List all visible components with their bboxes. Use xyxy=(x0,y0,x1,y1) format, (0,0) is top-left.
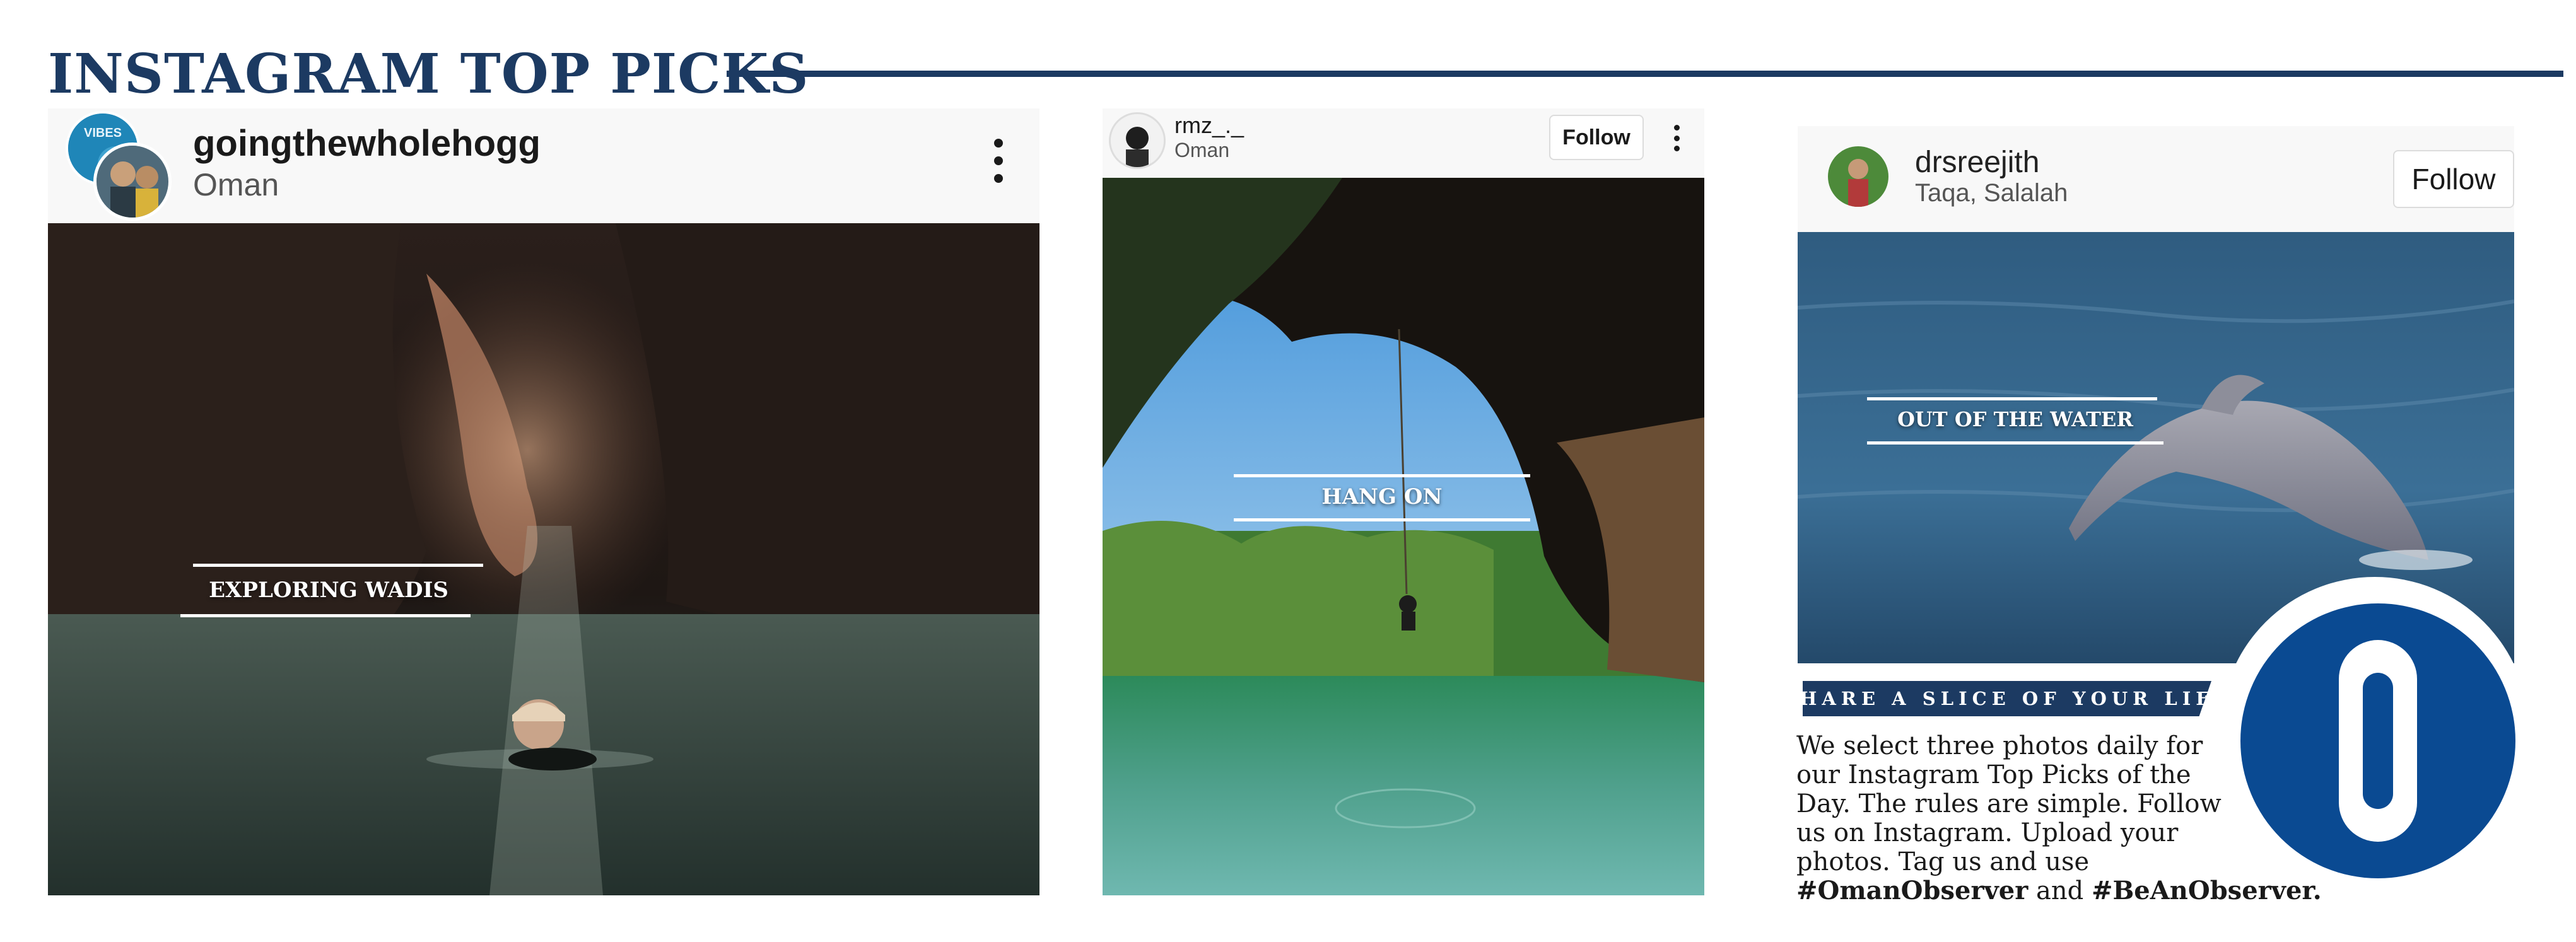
post-location[interactable]: Oman xyxy=(1174,139,1229,162)
post-location[interactable]: Oman xyxy=(193,166,279,203)
observer-logo xyxy=(2240,603,2515,878)
photo-caption: OUT OF THE WATER xyxy=(1867,397,2163,445)
post-header: drsreejith Taqa, Salalah Follow xyxy=(1798,126,2514,232)
wadi-cave-photo xyxy=(48,223,1039,895)
cave-swing-photo xyxy=(1103,178,1704,895)
avatar-icon xyxy=(97,146,168,218)
avatar-badge-text: VIBES xyxy=(83,126,122,140)
post-photo: HANG ON xyxy=(1103,178,1704,895)
header-rule xyxy=(727,71,2563,77)
avatar[interactable] xyxy=(1828,146,1888,207)
post-header: rmz_._ Oman Follow xyxy=(1103,108,1704,178)
page-header: INSTAGRAM TOP PICKS xyxy=(48,42,2563,106)
post-username[interactable]: rmz_._ xyxy=(1174,112,1244,139)
promo-banner-text: SHARE A SLICE OF YOUR LIFE xyxy=(1781,688,2233,709)
post-location[interactable]: Taqa, Salalah xyxy=(1915,179,2068,207)
avatar-icon xyxy=(1111,114,1164,167)
promo-banner: SHARE A SLICE OF YOUR LIFE xyxy=(1803,681,2211,716)
follow-button[interactable]: Follow xyxy=(1549,115,1644,160)
avatar[interactable] xyxy=(1109,112,1166,169)
more-options-icon[interactable] xyxy=(1673,125,1680,151)
photo-caption: HANG ON xyxy=(1234,474,1530,522)
avatar[interactable] xyxy=(93,142,172,221)
instagram-post-2: rmz_._ Oman Follow HANG ON xyxy=(1103,108,1704,895)
caption-text: EXPLORING WADIS xyxy=(209,578,448,603)
post-username[interactable]: drsreejith xyxy=(1915,145,2039,180)
hashtag-be-an-observer[interactable]: #BeAnObserver. xyxy=(2092,876,2322,905)
more-options-icon[interactable] xyxy=(993,139,1004,183)
promo-hashtags: #OmanObserver and #BeAnObserver. xyxy=(1796,876,2364,906)
caption-text: HANG ON xyxy=(1321,484,1443,509)
instagram-post-1: VIBES goingthewholehogg Oman EXPLORING W… xyxy=(48,108,1039,895)
post-username[interactable]: goingthewholehogg xyxy=(193,122,541,165)
post-photo: EXPLORING WADIS xyxy=(48,223,1039,895)
follow-button[interactable]: Follow xyxy=(2393,150,2514,208)
post-header: VIBES goingthewholehogg Oman xyxy=(48,108,1039,223)
caption-text: OUT OF THE WATER xyxy=(1897,407,2133,431)
photo-caption: EXPLORING WADIS xyxy=(180,564,483,620)
page-title: INSTAGRAM TOP PICKS xyxy=(48,42,809,106)
hashtag-oman-observer[interactable]: #OmanObserver xyxy=(1796,876,2028,905)
hashtag-connector: and xyxy=(2036,876,2084,905)
avatar-icon xyxy=(1828,146,1888,207)
